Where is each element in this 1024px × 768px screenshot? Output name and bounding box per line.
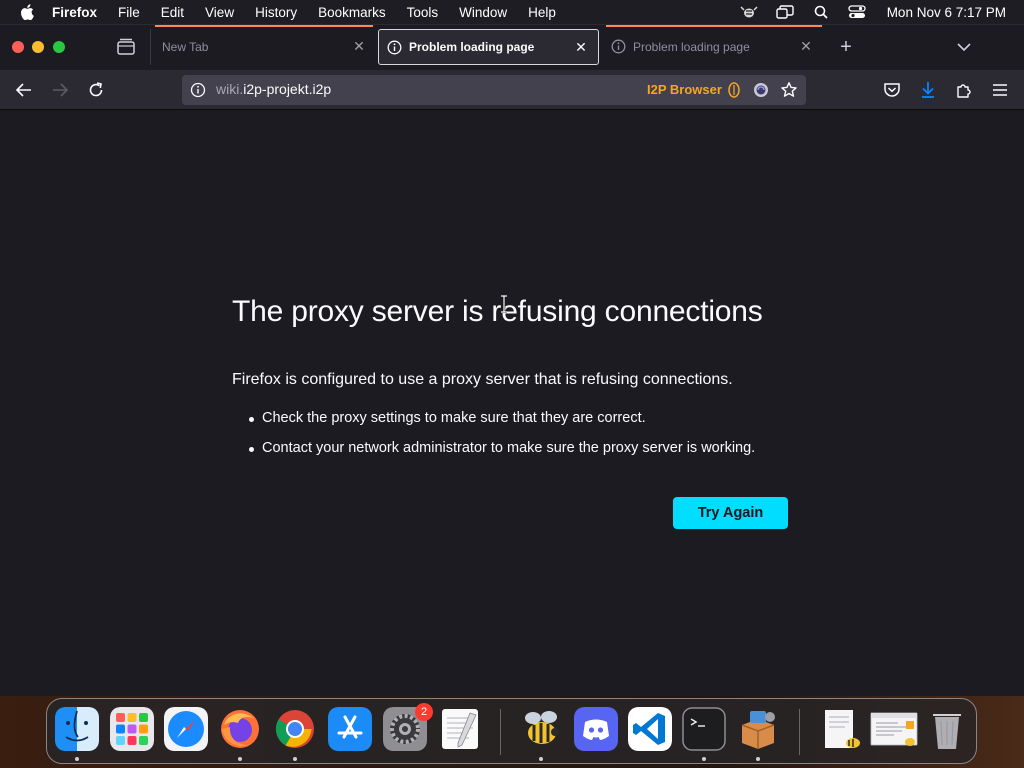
url-subdomain: wiki.: [216, 81, 244, 97]
site-info-icon[interactable]: [190, 82, 206, 98]
menu-view[interactable]: View: [205, 5, 234, 20]
new-tab-plus-icon[interactable]: +: [836, 37, 856, 58]
ibeam-cursor-icon: [499, 294, 509, 314]
menu-edit[interactable]: Edit: [161, 5, 184, 20]
close-window-button[interactable]: [12, 41, 24, 53]
menu-history[interactable]: History: [255, 5, 297, 20]
pocket-icon[interactable]: [882, 80, 902, 100]
error-description: Firefox is configured to use a proxy ser…: [232, 371, 733, 388]
spotlight-search-icon[interactable]: [811, 4, 831, 20]
tab-label: New Tab: [162, 40, 209, 54]
launchpad-icon[interactable]: [110, 707, 154, 751]
menu-help[interactable]: Help: [528, 5, 556, 20]
menubar-clock[interactable]: Mon Nov 6 7:17 PM: [887, 5, 1006, 20]
vscode-icon[interactable]: [628, 707, 672, 751]
tracking-protection-icon[interactable]: [753, 82, 769, 98]
bookmark-star-icon[interactable]: [780, 81, 798, 99]
document-icon[interactable]: [819, 707, 863, 751]
info-icon: [611, 39, 626, 54]
reload-icon[interactable]: [86, 80, 106, 100]
tab-label: Problem loading page: [409, 40, 535, 54]
error-suggestions-list: Check the proxy settings to make sure th…: [248, 410, 755, 470]
finder-icon[interactable]: [55, 707, 99, 751]
safari-icon[interactable]: [164, 707, 208, 751]
list-item: Check the proxy settings to make sure th…: [248, 410, 755, 440]
url-bar[interactable]: wiki.i2p-projekt.i2p I2P Browser: [182, 75, 806, 105]
menu-bookmarks[interactable]: Bookmarks: [318, 5, 386, 20]
dock-separator: [799, 709, 800, 755]
menu-tools[interactable]: Tools: [407, 5, 439, 20]
i2p-coin-icon[interactable]: [728, 82, 740, 98]
i2p-status-icon[interactable]: [739, 4, 759, 20]
tab-container-indicator: [606, 25, 822, 27]
error-page: The proxy server is refusing connections…: [0, 111, 1024, 696]
trash-icon[interactable]: [925, 707, 969, 751]
close-tab-icon[interactable]: ✕: [352, 38, 366, 54]
tab-problem-loading-active[interactable]: Problem loading page ✕: [378, 29, 599, 65]
info-icon: [387, 40, 402, 55]
firefox-icon[interactable]: [218, 707, 262, 751]
tab-label: Problem loading page: [633, 40, 750, 54]
tab-problem-loading[interactable]: Problem loading page ✕: [603, 29, 823, 65]
zoom-window-button[interactable]: [53, 41, 65, 53]
back-arrow-icon[interactable]: [14, 80, 34, 100]
dock-separator: [500, 709, 501, 755]
url-text: wiki.i2p-projekt.i2p: [216, 81, 331, 97]
tab-container-indicator: [155, 25, 373, 27]
terminal-icon[interactable]: [682, 707, 726, 751]
close-tab-icon[interactable]: ✕: [574, 39, 588, 55]
tab-strip: New Tab ✕ Problem loading page ✕ Problem…: [0, 24, 1024, 70]
discord-icon[interactable]: [574, 707, 618, 751]
running-indicator: [756, 757, 760, 761]
hamburger-menu-icon[interactable]: [990, 80, 1010, 100]
url-domain: i2p-projekt.i2p: [243, 81, 332, 97]
running-indicator: [539, 757, 543, 761]
chrome-icon[interactable]: [273, 707, 317, 751]
running-indicator: [702, 757, 706, 761]
error-title: The proxy server is refusing connections: [232, 295, 763, 328]
textedit-icon[interactable]: [438, 707, 482, 751]
minimize-window-button[interactable]: [32, 41, 44, 53]
notification-badge: 2: [415, 703, 433, 721]
tab-new-tab[interactable]: New Tab ✕: [150, 29, 376, 65]
try-again-button[interactable]: Try Again: [673, 497, 788, 529]
close-tab-icon[interactable]: ✕: [799, 38, 813, 54]
apple-menu-icon[interactable]: [18, 3, 36, 21]
forward-arrow-icon[interactable]: [50, 80, 70, 100]
installer-box-icon[interactable]: [736, 707, 780, 751]
list-item: Contact your network administrator to ma…: [248, 440, 755, 470]
i2p-bee-icon[interactable]: [519, 707, 563, 751]
control-center-icon[interactable]: [847, 4, 867, 20]
menu-window[interactable]: Window: [459, 5, 507, 20]
menu-firefox[interactable]: Firefox: [52, 5, 97, 20]
firefox-view-icon[interactable]: [116, 38, 136, 56]
app-store-icon[interactable]: [328, 707, 372, 751]
running-indicator: [75, 757, 79, 761]
menu-bar: Firefox File Edit View History Bookmarks…: [0, 0, 1024, 24]
dock: 2: [46, 698, 977, 764]
browser-window-thumbnail-icon[interactable]: [870, 707, 918, 751]
navigation-toolbar: wiki.i2p-projekt.i2p I2P Browser: [0, 70, 1024, 110]
running-indicator: [293, 757, 297, 761]
i2p-browser-label[interactable]: I2P Browser: [647, 82, 722, 97]
downloads-icon[interactable]: [918, 80, 938, 100]
screen-mirroring-icon[interactable]: [775, 4, 795, 20]
running-indicator: [238, 757, 242, 761]
menu-file[interactable]: File: [118, 5, 140, 20]
chevron-down-icon[interactable]: [955, 38, 973, 56]
extensions-puzzle-icon[interactable]: [954, 80, 974, 100]
